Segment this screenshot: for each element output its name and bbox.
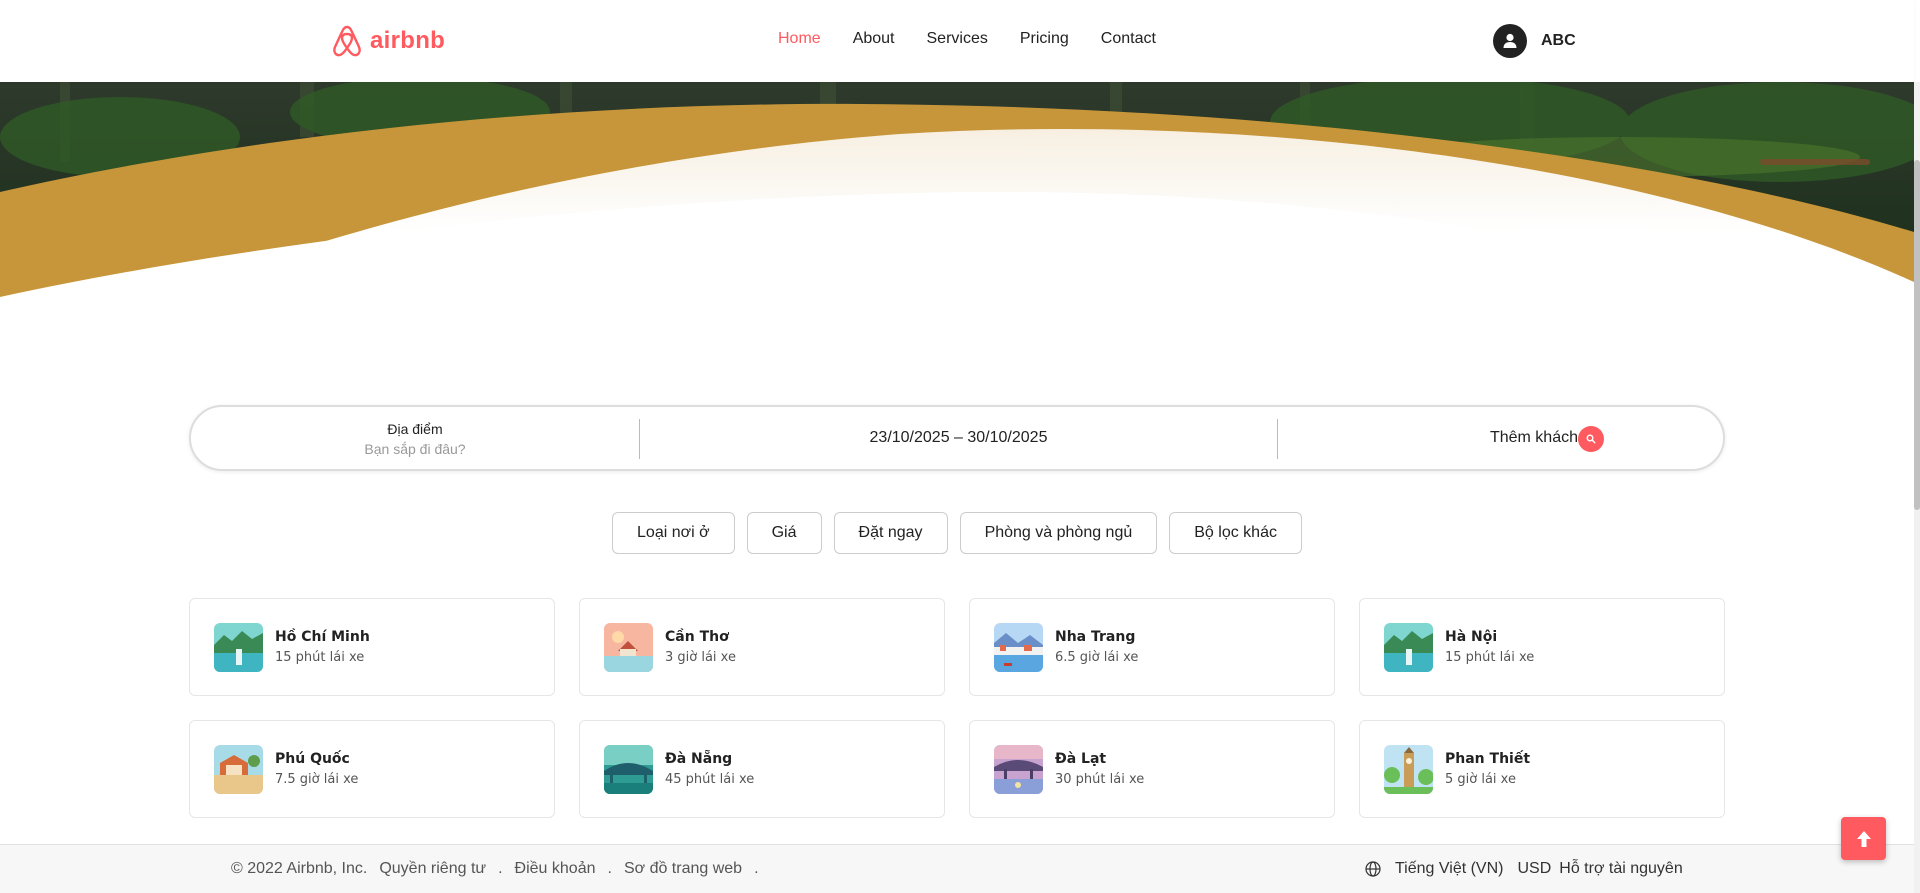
destination-card[interactable]: Hồ Chí Minh 15 phút lái xe [189,598,555,696]
destination-distance: 30 phút lái xe [1055,772,1145,787]
arrow-up-icon [1856,830,1871,847]
destination-distance: 15 phút lái xe [275,650,365,665]
user-name: ABC [1541,32,1576,49]
support-link[interactable]: Hỗ trợ tài nguyên [1559,860,1682,878]
destination-card[interactable]: Phan Thiết 5 giờ lái xe [1359,720,1725,818]
filter-bar: Loại nơi ở Giá Đặt ngay Phòng và phòng n… [0,512,1914,554]
destination-name: Nha Trang [1055,629,1136,645]
destination-card[interactable]: Đà Nẵng 45 phút lái xe [579,720,945,818]
filter-rooms[interactable]: Phòng và phòng ngủ [959,512,1158,554]
location-input[interactable] [295,441,535,457]
destination-name: Phan Thiết [1445,751,1531,767]
destination-thumbnail [214,744,263,794]
destination-thumbnail [604,622,653,672]
location-field[interactable]: Địa điểm [191,407,639,469]
footer: © 2022 Airbnb, Inc. Quyền riêng tư . Điề… [0,844,1914,893]
main-nav: Home About Services Pricing Contact [778,30,1156,48]
airbnb-logo-icon [333,25,361,57]
destination-distance: 5 giờ lái xe [1445,772,1516,787]
avatar[interactable] [1493,24,1527,58]
nav-pricing[interactable]: Pricing [1020,30,1069,48]
filter-price[interactable]: Giá [746,512,822,554]
globe-icon[interactable] [1365,861,1381,877]
date-range-field[interactable]: 23/10/2025 – 30/10/2025 [640,407,1277,469]
destination-name: Hồ Chí Minh [275,629,370,645]
search-bar: Địa điểm 23/10/2025 – 30/10/2025 Thêm kh… [189,405,1725,471]
destination-card[interactable]: Nha Trang 6.5 giờ lái xe [969,598,1335,696]
page-scrollbar-thumb[interactable] [1914,160,1920,510]
guests-field[interactable]: Thêm khách [1278,407,1578,469]
destination-name: Đà Lạt [1055,751,1107,767]
footer-separator: . [498,860,503,877]
destination-distance: 45 phút lái xe [665,772,755,787]
logo-text: airbnb [370,27,446,54]
search-button[interactable] [1578,426,1604,452]
search-icon [1586,434,1596,444]
nav-home[interactable]: Home [778,30,821,48]
destination-name: Cần Thơ [665,629,729,645]
filter-instant-book[interactable]: Đặt ngay [833,512,948,554]
currency-link[interactable]: USD [1517,860,1551,878]
nav-services[interactable]: Services [927,30,988,48]
footer-links: © 2022 Airbnb, Inc. Quyền riêng tư . Điề… [231,860,759,878]
destination-distance: 6.5 giờ lái xe [1055,650,1139,665]
destination-name: Phú Quốc [275,751,350,767]
destination-thumbnail [994,744,1043,794]
page: airbnb Home About Services Pricing Conta… [0,0,1920,893]
location-label: Địa điểm [387,421,443,437]
hero-illustration [0,77,1920,382]
destination-card[interactable]: Đà Lạt 30 phút lái xe [969,720,1335,818]
sitemap-link[interactable]: Sơ đồ trang web [624,860,742,878]
destination-thumbnail [1384,622,1433,672]
destination-name: Đà Nẵng [665,751,733,767]
destination-card[interactable]: Phú Quốc 7.5 giờ lái xe [189,720,555,818]
hero-banner [0,77,1920,382]
destination-card[interactable]: Cần Thơ 3 giờ lái xe [579,598,945,696]
filter-property-type[interactable]: Loại nơi ở [612,512,735,554]
nav-contact[interactable]: Contact [1101,30,1156,48]
destination-thumbnail [1384,744,1433,794]
user-icon [1503,33,1517,48]
destination-distance: 7.5 giờ lái xe [275,772,359,787]
destination-distance: 3 giờ lái xe [665,650,736,665]
destination-thumbnail [214,622,263,672]
destination-thumbnail [604,744,653,794]
filter-more[interactable]: Bộ lọc khác [1169,512,1302,554]
destination-grid: Hồ Chí Minh 15 phút lái xe Cần Thơ 3 giờ… [189,598,1725,818]
destination-name: Hà Nội [1445,629,1498,645]
destination-card[interactable]: Hà Nội 15 phút lái xe [1359,598,1725,696]
top-navbar: airbnb Home About Services Pricing Conta… [0,0,1914,82]
airbnb-logo[interactable]: airbnb [332,24,445,58]
copyright-text: © 2022 Airbnb, Inc. [231,860,368,877]
privacy-link[interactable]: Quyền riêng tư [379,860,486,878]
destination-distance: 15 phút lái xe [1445,650,1535,665]
destination-thumbnail [994,622,1043,672]
terms-link[interactable]: Điều khoản [515,860,596,878]
footer-separator: . [754,860,759,877]
footer-separator: . [607,860,612,877]
nav-about[interactable]: About [853,30,895,48]
footer-settings: Tiếng Việt (VN) USD Hỗ trợ tài nguyên [1365,860,1683,878]
language-link[interactable]: Tiếng Việt (VN) [1395,860,1503,878]
user-menu[interactable]: ABC [1493,24,1576,58]
scroll-to-top-button[interactable] [1841,817,1886,860]
